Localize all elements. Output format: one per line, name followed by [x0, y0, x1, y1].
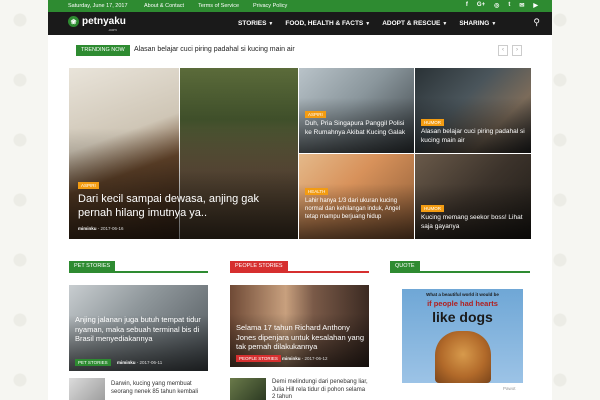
- hero-tile-4-title[interactable]: Kucing memang seekor boss! Lihat saja ga…: [421, 214, 527, 231]
- pet-stories-header: PET STORIES: [69, 261, 208, 273]
- hero-tile-4[interactable]: Humor Kucing memang seekor boss! Lihat s…: [415, 154, 531, 239]
- hero-tile-2-title[interactable]: Alasan belajar cuci piring padahal si ku…: [421, 128, 527, 145]
- author[interactable]: miminku: [78, 226, 97, 231]
- people-stories-label[interactable]: PEOPLE STORIES: [230, 261, 288, 272]
- hero-tile-1[interactable]: Aspiri Duh, Pria Singapura Panggil Polis…: [299, 68, 414, 153]
- category-badge[interactable]: People Stories: [236, 355, 281, 362]
- terms-link[interactable]: Terms of Service: [198, 3, 239, 9]
- nav-food-health-facts[interactable]: FOOD, HEALTH & FACTS ▼: [279, 12, 376, 35]
- pet-item-title[interactable]: Darwin, kucing yang membuat seorang nene…: [111, 381, 208, 396]
- main-nav: STORIES ▼ FOOD, HEALTH & FACTS ▼ ADOPT & R…: [232, 12, 502, 35]
- category-badge[interactable]: Humor: [421, 205, 444, 212]
- date: 2017-06-16: [100, 226, 124, 231]
- quote-image[interactable]: What a beautiful world it would be if pe…: [402, 289, 523, 383]
- search-icon[interactable]: ⚲: [533, 17, 540, 28]
- social-links: f G+ ◎ t ✉ ▶: [466, 2, 538, 9]
- google-plus-icon[interactable]: G+: [477, 2, 485, 9]
- paw-icon: ❀: [68, 16, 79, 27]
- hero-main-meta: miminku - 2017-06-16: [78, 226, 124, 231]
- quote-label[interactable]: QUOTE: [390, 261, 420, 272]
- main-header: ❀ petnyaku .com STORIES ▼ FOOD, HEALTH & …: [48, 12, 552, 35]
- chevron-down-icon: ▼: [491, 21, 497, 27]
- quote-line-2: if people had hearts: [427, 299, 498, 308]
- people-stories-feature[interactable]: Selama 17 tahun Richard Anthony Jones di…: [230, 285, 369, 367]
- nav-sharing[interactable]: SHARING ▼: [453, 12, 502, 35]
- twitter-icon[interactable]: t: [508, 2, 510, 9]
- category-badge[interactable]: Health: [305, 188, 329, 195]
- about-link[interactable]: About & Contact: [144, 3, 184, 9]
- quote-line-1: What a beautiful world it would be: [426, 292, 499, 297]
- pet-feature-meta: miminku - 2017-06-11: [117, 360, 163, 365]
- hero-main-tile[interactable]: Aspiri Dari kecil sampai dewasa, anjing …: [69, 68, 298, 239]
- trending-next-button[interactable]: ›: [512, 45, 522, 56]
- trending-prev-button[interactable]: ‹: [498, 45, 508, 56]
- trending-link[interactable]: Alasan belajar cuci piring padahal si ku…: [134, 46, 295, 53]
- nav-adopt-rescue[interactable]: ADOPT & RESCUE ▼: [376, 12, 453, 35]
- hero-tile-1-title[interactable]: Duh, Pria Singapura Panggil Polisi ke Ru…: [305, 120, 410, 137]
- quote-header: QUOTE: [390, 261, 530, 273]
- youtube-icon[interactable]: ▶: [533, 2, 538, 9]
- pet-feature-title[interactable]: Anjing jalanan juga butuh tempat tidur n…: [75, 315, 205, 344]
- mail-icon[interactable]: ✉: [519, 2, 524, 9]
- nav-stories[interactable]: STORIES ▼: [232, 12, 279, 35]
- logo-sub: .com: [108, 27, 117, 32]
- hero-tile-3[interactable]: Health Lahir hanya 1/3 dari ukuran kucin…: [299, 154, 414, 239]
- top-links: About & Contact Terms of Service Privacy…: [144, 3, 287, 9]
- trending-bar: TRENDING NOW Alasan belajar cuci piring …: [76, 45, 524, 57]
- people-item-thumbnail[interactable]: [230, 378, 266, 400]
- current-date: Saturday, June 17, 2017: [68, 3, 128, 9]
- privacy-link[interactable]: Privacy Policy: [253, 3, 287, 9]
- instagram-icon[interactable]: ◎: [494, 2, 499, 9]
- hero-main-title[interactable]: Dari kecil sampai dewasa, anjing gak per…: [78, 192, 283, 220]
- chevron-down-icon: ▼: [442, 21, 448, 27]
- pet-item-thumbnail[interactable]: [69, 378, 105, 400]
- pet-stories-label[interactable]: PET STORIES: [69, 261, 116, 272]
- people-stories-header: PEOPLE STORIES: [230, 261, 369, 273]
- chevron-down-icon: ▼: [268, 21, 274, 27]
- category-badge[interactable]: Pet Stories: [75, 359, 111, 366]
- chevron-down-icon: ▼: [365, 21, 371, 27]
- category-badge[interactable]: Aspiri: [305, 111, 326, 118]
- category-badge[interactable]: Aspiri: [78, 182, 99, 189]
- people-feature-title[interactable]: Selama 17 tahun Richard Anthony Jones di…: [236, 323, 366, 352]
- hero-tile-3-title[interactable]: Lahir hanya 1/3 dari ukuran kucing norma…: [305, 197, 411, 221]
- people-feature-meta: miminku - 2017-06-12: [282, 356, 328, 361]
- logo-text: petnyaku: [82, 16, 126, 27]
- people-item-title[interactable]: Demi melindungi dari penebang liar, Juli…: [272, 379, 369, 400]
- pet-stories-feature[interactable]: Anjing jalanan juga butuh tempat tidur n…: [69, 285, 208, 371]
- quote-credit: Pawot: [503, 386, 516, 391]
- quote-line-3: like dogs: [432, 309, 493, 325]
- category-badge[interactable]: Humor: [421, 119, 444, 126]
- facebook-icon[interactable]: f: [466, 2, 468, 9]
- trending-label: TRENDING NOW: [76, 45, 130, 56]
- hero-tile-2[interactable]: Humor Alasan belajar cuci piring padahal…: [415, 68, 531, 153]
- site-logo[interactable]: ❀ petnyaku .com: [68, 16, 126, 32]
- top-bar: Saturday, June 17, 2017 About & Contact …: [48, 0, 552, 12]
- page: Saturday, June 17, 2017 About & Contact …: [48, 0, 552, 400]
- dog-face: [435, 331, 491, 383]
